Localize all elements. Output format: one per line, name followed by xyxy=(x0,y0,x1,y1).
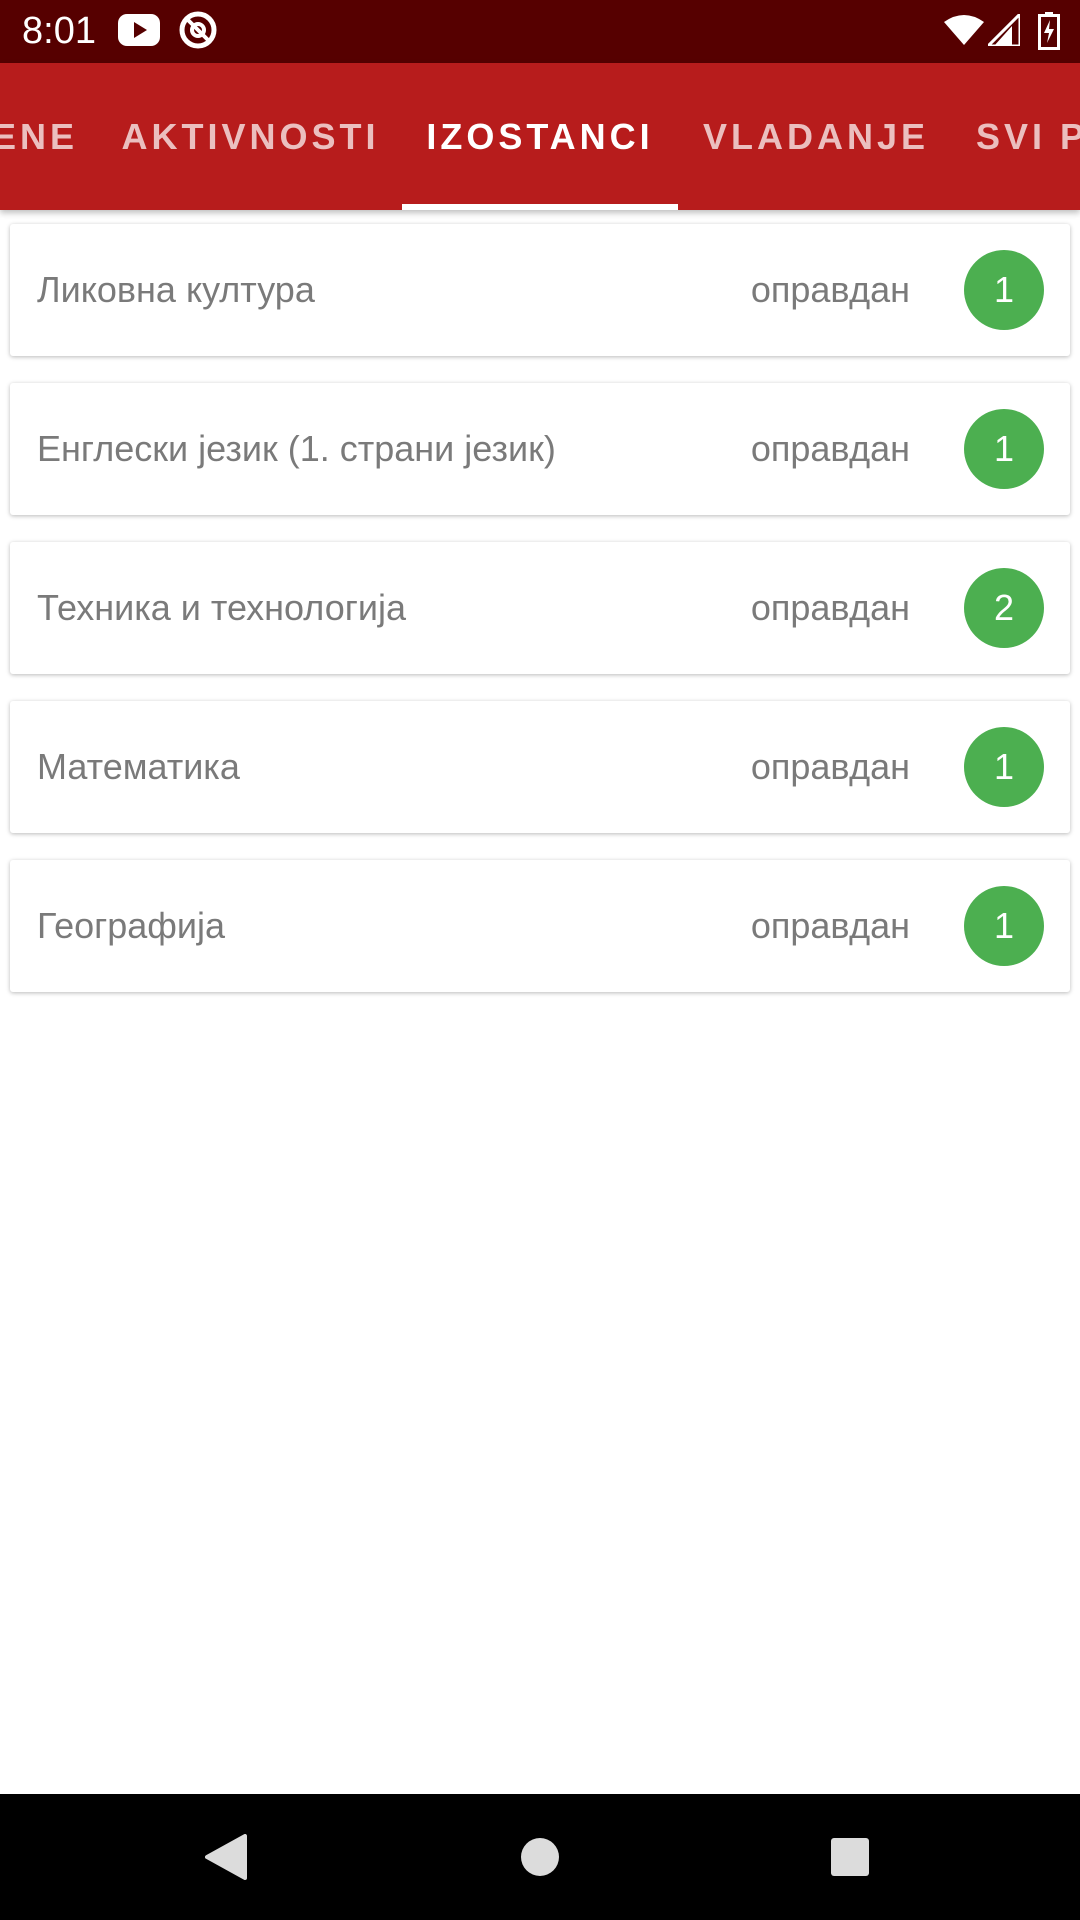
home-icon[interactable] xyxy=(480,1794,600,1920)
absence-count-badge: 1 xyxy=(964,250,1044,330)
list-item[interactable]: Математика оправдан 1 xyxy=(10,701,1070,833)
subject-name: Математика xyxy=(37,746,240,787)
list-item[interactable]: Техника и технологија оправдан 2 xyxy=(10,542,1070,674)
absence-count-badge: 2 xyxy=(964,568,1044,648)
absence-status: оправдан xyxy=(750,269,910,310)
wifi-icon xyxy=(944,14,984,51)
tab-ocene[interactable]: ENE xyxy=(0,63,90,210)
youtube-icon xyxy=(118,14,160,51)
subject-name: Техника и технологија xyxy=(37,587,406,628)
list-item[interactable]: Енглески језик (1. страни језик) оправда… xyxy=(10,383,1070,515)
subject-name: Енглески језик (1. страни језик) xyxy=(37,428,556,469)
absence-count-badge: 1 xyxy=(964,727,1044,807)
list-item[interactable]: Географија оправдан 1 xyxy=(10,860,1070,992)
tab-label: ENE xyxy=(0,115,79,157)
absence-count-badge: 1 xyxy=(964,409,1044,489)
tab-aktivnosti[interactable]: AKTIVNOSTI xyxy=(118,63,383,210)
absence-count-badge: 1 xyxy=(964,886,1044,966)
signal-icon xyxy=(984,10,1022,51)
tab-label: AKTIVNOSTI xyxy=(121,115,380,157)
absence-status: оправдан xyxy=(750,905,910,946)
tab-bar: ENE AKTIVNOSTI IZOSTANCI VLADANJE SVI P xyxy=(0,63,1080,210)
at-sign-icon xyxy=(178,10,218,55)
tab-vladanje[interactable]: VLADANJE xyxy=(700,63,932,210)
absence-status: оправдан xyxy=(750,428,910,469)
subject-name: Географија xyxy=(37,905,226,946)
subject-name: Ликовна култура xyxy=(37,269,315,310)
status-time: 8:01 xyxy=(22,10,96,52)
tab-izostanci[interactable]: IZOSTANCI xyxy=(402,63,678,210)
absence-status: оправдан xyxy=(750,746,910,787)
back-icon[interactable] xyxy=(166,1794,286,1920)
tab-label: VLADANJE xyxy=(702,115,930,157)
status-bar: 8:01 xyxy=(0,0,1080,63)
tab-label: SVI P xyxy=(976,115,1080,157)
tab-indicator xyxy=(402,204,678,210)
tab-svi-predmeti[interactable]: SVI P xyxy=(976,63,1080,210)
tab-label: IZOSTANCI xyxy=(426,115,654,157)
battery-charging-icon xyxy=(1038,12,1060,55)
list-item[interactable]: Ликовна култура оправдан 1 xyxy=(10,224,1070,356)
absence-status: оправдан xyxy=(750,587,910,628)
navigation-bar xyxy=(0,1794,1080,1920)
recents-icon[interactable] xyxy=(790,1794,910,1920)
